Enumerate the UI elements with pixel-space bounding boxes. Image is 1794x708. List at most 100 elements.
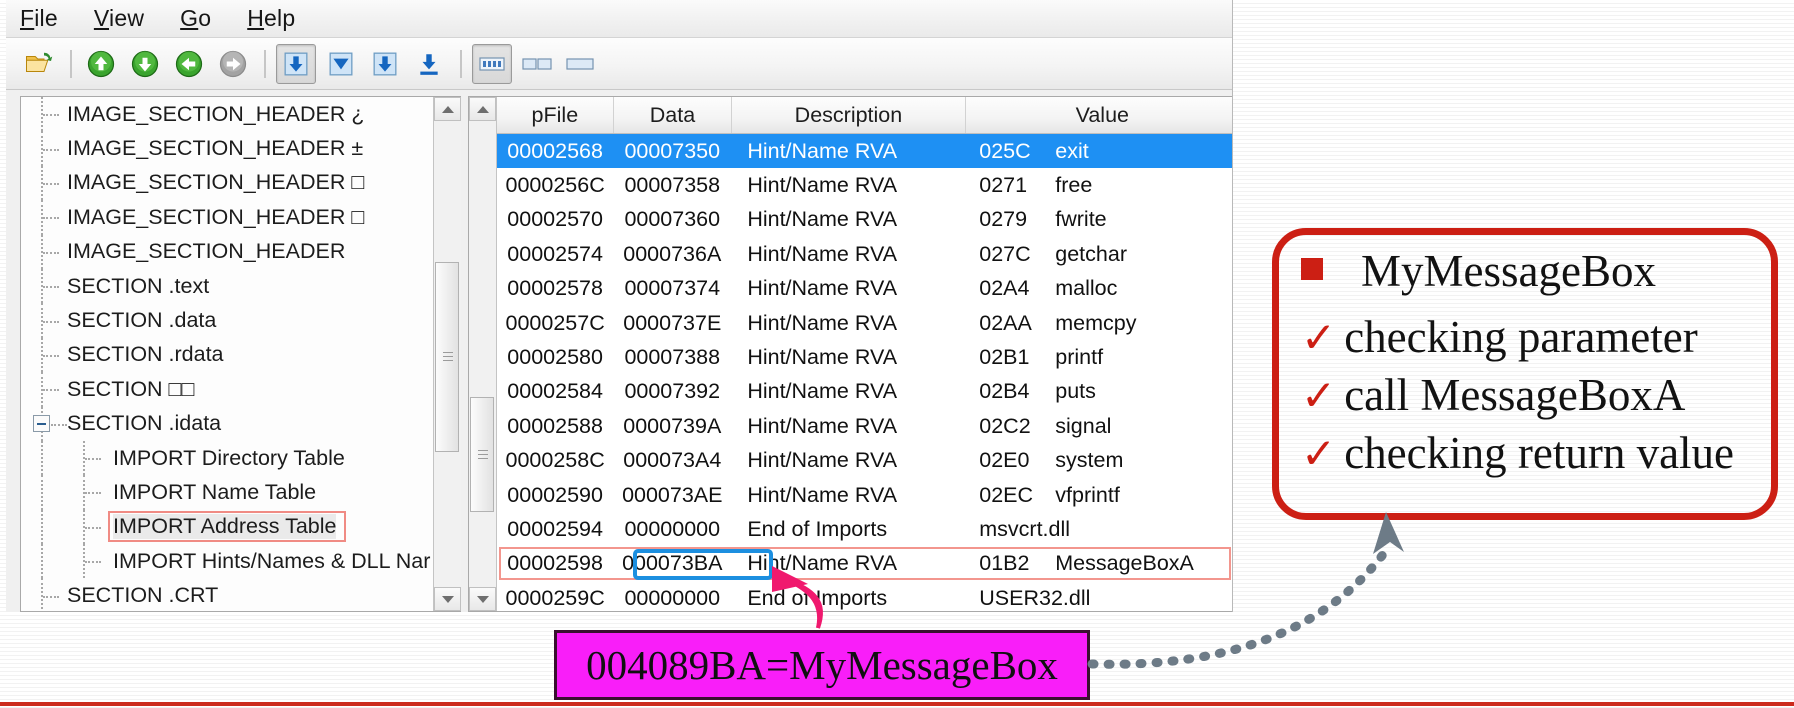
nav-down-icon[interactable]: [126, 45, 164, 83]
tree-guide-dash: [43, 595, 59, 598]
list-row[interactable]: 0000258C 000073A4 Hint/Name RVA 02E0 system: [497, 444, 1232, 478]
list-row[interactable]: 00002590 000073AE Hint/Name RVA 02EC vfprint…: [497, 478, 1232, 512]
open-file-icon[interactable]: [20, 45, 58, 83]
tree-item[interactable]: IMPORT Name Table: [21, 475, 433, 510]
value-symbol-name: exit: [1055, 138, 1089, 163]
list-scroll-down-button[interactable]: [469, 587, 496, 611]
list-row[interactable]: 00002580 00007388 Hint/Name RVA 02B1 printf: [497, 340, 1232, 374]
menu-bar: File View Go Help: [6, 0, 1232, 38]
import-entries-list[interactable]: pFile Data Description Value 00002568 000…: [468, 96, 1232, 612]
list-row[interactable]: 00002570 00007360 Hint/Name RVA 0279 fwrite: [497, 203, 1232, 237]
tree-scroll-up-button[interactable]: [434, 97, 461, 121]
tree-item[interactable]: IMAGE_SECTION_HEADER: [21, 234, 433, 269]
list-row[interactable]: 0000257C 0000737E Hint/Name RVA 02AA memcpy: [497, 306, 1232, 340]
value-symbol-name: fwrite: [1055, 207, 1107, 232]
list-row[interactable]: 00002598 000073BA Hint/Name RVA 01B2 Message…: [497, 546, 1232, 581]
cell-description: Hint/Name RVA: [747, 207, 898, 232]
tree-item[interactable]: IMPORT Address Table: [21, 509, 433, 545]
list-column-headers: pFile Data Description Value: [497, 97, 1232, 134]
list-inner: pFile Data Description Value 00002568 000…: [497, 97, 1232, 611]
goto-end-icon[interactable]: [410, 45, 448, 83]
tree-item[interactable]: SECTION .rdata: [21, 337, 433, 373]
menu-item-help[interactable]: Help: [247, 5, 295, 32]
value-symbol-name: malloc: [1055, 276, 1118, 301]
goto-offset-icon[interactable]: [276, 43, 316, 84]
pe-structure-tree[interactable]: IMAGE_SECTION_HEADER ¿ IMAGE_SECTION_HEAD…: [20, 96, 461, 612]
tree-item[interactable]: IMPORT Directory Table: [21, 440, 433, 476]
tree-collapse-icon[interactable]: [33, 415, 50, 433]
tree-item[interactable]: SECTION .CRT: [21, 578, 433, 611]
toolbar-separator-2: [264, 49, 266, 78]
list-row[interactable]: 00002584 00007392 Hint/Name RVA 02B4 puts: [497, 375, 1232, 409]
cell-value: msvcrt.dll: [979, 516, 1071, 541]
list-row[interactable]: 00002568 00007350 Hint/Name RVA 025C exit: [497, 134, 1232, 169]
value-hint: 02EC: [979, 482, 1034, 507]
tree-item[interactable]: IMAGE_SECTION_HEADER □: [21, 200, 433, 235]
value-symbol-name: vfprintf: [1055, 482, 1120, 507]
nav-back-icon[interactable]: [170, 45, 208, 83]
toolbar-separator-3: [460, 49, 462, 78]
cell-pfile: 00002598: [507, 551, 603, 576]
callout-title-line: MyMessageBox: [1301, 245, 1763, 297]
goto-section-icon[interactable]: [366, 45, 404, 83]
nav-up-icon[interactable]: [82, 45, 120, 83]
menu-item-view[interactable]: View: [94, 5, 144, 32]
cell-pfile: 00002578: [507, 276, 603, 301]
cell-value: 025C exit: [965, 134, 1232, 168]
column-header-description[interactable]: Description: [732, 97, 966, 133]
cell-value: 02E0 system: [965, 444, 1232, 478]
tree-guide-dash: [85, 561, 101, 564]
cell-description: Hint/Name RVA: [747, 241, 898, 266]
cell-pfile: 00002584: [507, 379, 603, 404]
cell-data: 000073A4: [623, 448, 722, 473]
tree-item[interactable]: SECTION .text: [21, 268, 433, 304]
list-row[interactable]: 0000259C 00000000 End of Imports USER32.dll: [497, 581, 1232, 611]
cell-description: Hint/Name RVA: [747, 138, 898, 163]
red-highlight-box: [108, 511, 347, 543]
view-single-icon[interactable]: [562, 45, 600, 83]
list-scroll-thumb[interactable]: [470, 397, 494, 512]
list-row[interactable]: 0000256C 00007358 Hint/Name RVA 0271 free: [497, 168, 1232, 202]
menu-item-go[interactable]: Go: [180, 5, 211, 32]
cell-pfile: 00002588: [507, 413, 603, 438]
column-header-value[interactable]: Value: [966, 97, 1232, 133]
list-row[interactable]: 00002578 00007374 Hint/Name RVA 02A4 malloc: [497, 272, 1232, 306]
tree-guide-dash: [51, 423, 67, 426]
tree-scroll-down-button[interactable]: [434, 587, 461, 611]
view-split-icon[interactable]: [518, 45, 556, 83]
tree-twisty-cell: [21, 234, 67, 269]
tree-item-label: IMPORT Hints/Names & DLL Nar: [113, 548, 431, 573]
callout-title: MyMessageBox: [1361, 246, 1656, 296]
tree-item[interactable]: IMAGE_SECTION_HEADER ¿: [21, 97, 433, 132]
tree-item[interactable]: IMPORT Hints/Names & DLL Nar: [21, 544, 433, 579]
value-hint: 02B1: [979, 345, 1030, 370]
tree-item[interactable]: SECTION .idata: [21, 406, 433, 441]
tree-vertical-scrollbar[interactable]: [433, 97, 461, 611]
menu-item-file[interactable]: File: [20, 5, 58, 32]
tree-guide-line: [41, 475, 43, 510]
tree-item[interactable]: IMAGE_SECTION_HEADER ±: [21, 131, 433, 166]
list-scroll-up-button[interactable]: [469, 97, 496, 121]
tree-item[interactable]: IMAGE_SECTION_HEADER □: [21, 165, 433, 201]
tree-twisty-cell: [21, 131, 67, 166]
list-row[interactable]: 00002588 0000739A Hint/Name RVA 02C2 signal: [497, 409, 1232, 443]
tree-item-label: IMPORT Name Table: [113, 479, 317, 504]
tree-item[interactable]: SECTION □□: [21, 372, 433, 407]
column-header-pfile[interactable]: pFile: [497, 97, 614, 133]
value-symbol-name: printf: [1055, 345, 1104, 370]
column-header-data[interactable]: Data: [614, 97, 733, 133]
bottom-red-rule: [0, 702, 1794, 706]
cell-pfile: 0000259C: [505, 585, 605, 610]
collapse-icon[interactable]: [322, 45, 360, 83]
list-vertical-scrollbar[interactable]: [469, 97, 497, 611]
tree-scroll-thumb[interactable]: [435, 262, 459, 452]
tree-guide-dash: [43, 354, 59, 357]
view-detail-icon[interactable]: [472, 43, 512, 84]
tree-item[interactable]: SECTION .data: [21, 303, 433, 338]
callout-bullet-2: ✓ checking return value: [1301, 427, 1763, 479]
toolbar-separator-1: [70, 49, 72, 78]
list-row[interactable]: 00002594 00000000 End of Imports msvcrt.dll: [497, 512, 1232, 546]
callout-bullet-label: call MessageBoxA: [1344, 370, 1686, 420]
list-row[interactable]: 00002574 0000736A Hint/Name RVA 027C getchar: [497, 237, 1232, 271]
cell-data: 00007388: [624, 345, 721, 370]
